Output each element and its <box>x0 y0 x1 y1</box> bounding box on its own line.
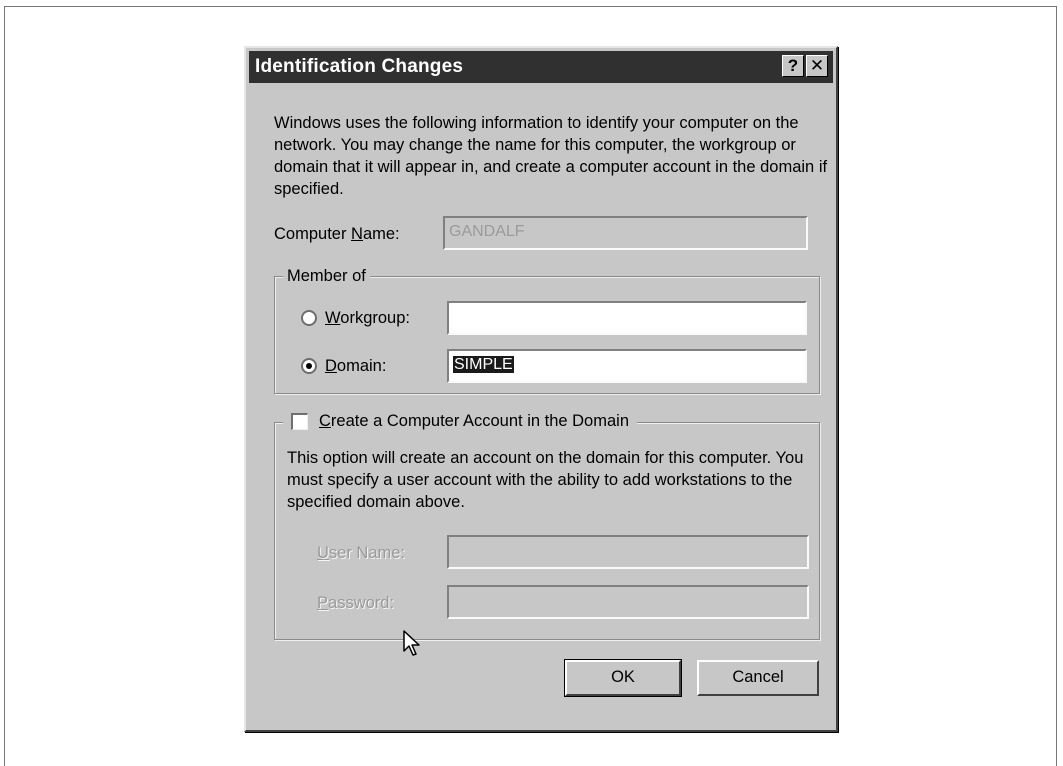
ok-button[interactable]: OK <box>564 659 682 697</box>
user-name-field[interactable] <box>447 535 809 569</box>
title-bar[interactable]: Identification Changes ? ✕ <box>249 51 833 83</box>
domain-radio[interactable] <box>301 358 317 374</box>
domain-input-selected-text: SIMPLE <box>453 356 514 373</box>
create-account-label[interactable]: Create a Computer Account in the Domain <box>319 412 629 430</box>
identification-changes-dialog: Identification Changes ? ✕ Windows uses … <box>244 46 838 732</box>
close-icon[interactable]: ✕ <box>806 55 828 77</box>
cancel-button[interactable]: Cancel <box>697 660 819 696</box>
member-of-group: Member of Workgroup: Domain: SIMPLE <box>274 266 820 394</box>
computer-name-label: Computer Name: <box>274 225 400 243</box>
password-label: Password: <box>317 594 395 612</box>
help-icon[interactable]: ? <box>782 55 804 77</box>
member-of-legend: Member of <box>283 266 370 286</box>
dialog-title: Identification Changes <box>255 56 464 77</box>
workgroup-label: Workgroup: <box>325 309 410 327</box>
password-field[interactable] <box>447 585 809 619</box>
domain-radio-dot <box>306 363 312 369</box>
create-account-header: Create a Computer Account in the Domain <box>283 411 638 435</box>
workgroup-radio[interactable] <box>301 310 317 326</box>
domain-label: Domain: <box>325 357 387 375</box>
mouse-pointer-icon <box>403 630 420 656</box>
create-account-checkbox[interactable] <box>291 413 308 430</box>
computer-name-field[interactable]: GANDALF <box>443 216 808 250</box>
account-description: This option will create an account on th… <box>287 449 804 511</box>
dialog-description: Windows uses the following information t… <box>274 114 828 198</box>
workgroup-input[interactable] <box>447 301 807 335</box>
computer-account-group: Create a Computer Account in the Domain … <box>274 411 820 640</box>
domain-input[interactable]: SIMPLE <box>447 349 807 383</box>
user-name-label: User Name: <box>317 544 406 562</box>
